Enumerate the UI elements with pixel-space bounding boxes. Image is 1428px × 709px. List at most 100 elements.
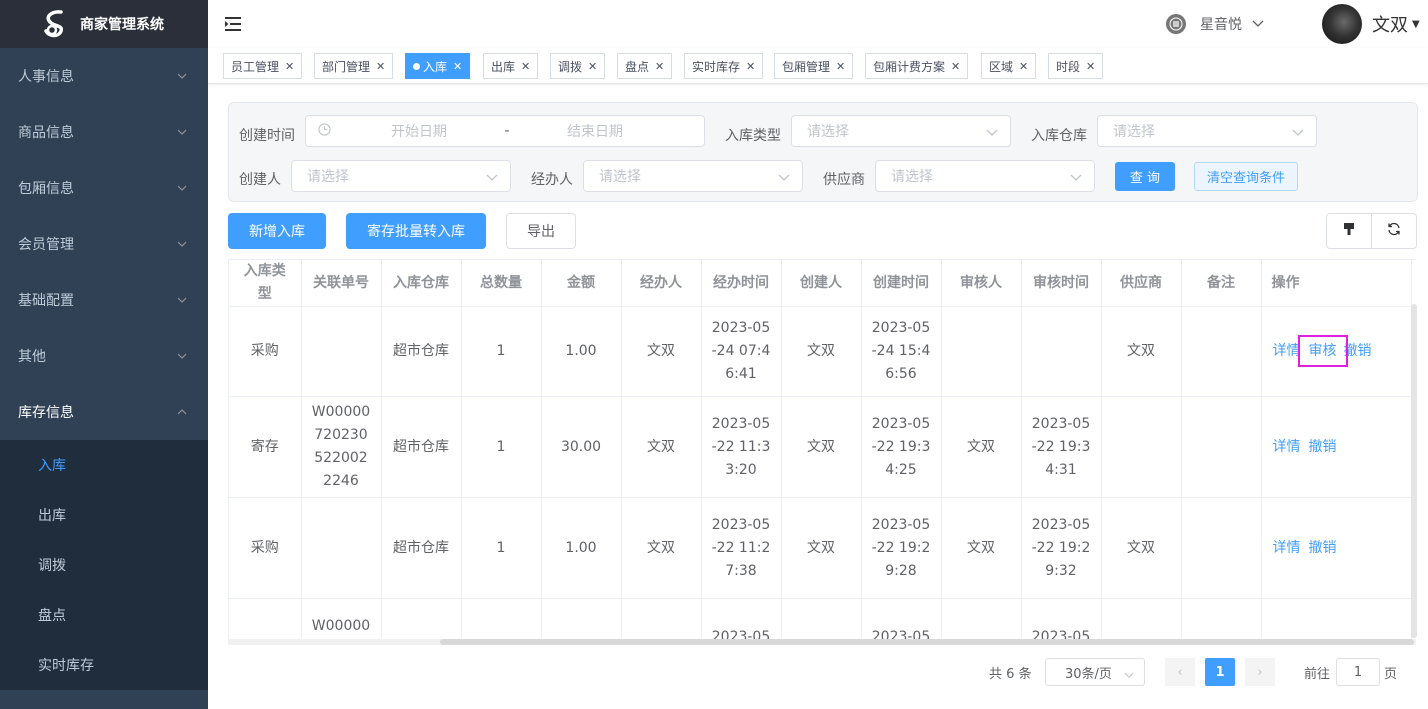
sidebar-item-label: 其他 (18, 349, 46, 365)
column-header: 入库仓库 (381, 260, 462, 307)
supplier-label: 供应商 (823, 172, 865, 188)
total-count: 共 6 条 (989, 666, 1032, 682)
detail-link[interactable]: 详情 (1273, 439, 1301, 455)
tag-出库[interactable]: 出库 ✕ (483, 53, 539, 79)
type-select[interactable]: 请选择 (791, 115, 1011, 147)
tag-包厢计费方案[interactable]: 包厢计费方案 ✕ (865, 53, 969, 79)
cell-creator: 文双 (781, 396, 862, 498)
hamburger-icon[interactable] (225, 16, 243, 32)
tag-label: 员工管理 (231, 59, 280, 74)
tag-员工管理[interactable]: 员工管理 ✕ (223, 53, 303, 79)
page-size-value: 30条/页 (1065, 666, 1112, 682)
close-icon[interactable]: ✕ (453, 60, 462, 73)
review-link[interactable]: 审核 (1297, 335, 1348, 367)
revoke-link[interactable]: 撤销 (1344, 343, 1372, 359)
caret-down-icon[interactable]: ▼ (1412, 19, 1424, 30)
close-icon[interactable]: ✕ (951, 60, 960, 73)
username[interactable]: 文双 (1372, 11, 1408, 37)
page-1-button[interactable]: 1 (1205, 658, 1235, 686)
revoke-link[interactable]: 撤销 (1309, 540, 1337, 556)
app-logo: 商家管理系统 (0, 0, 208, 48)
sidebar-item-2[interactable]: 包厢信息 (0, 160, 208, 216)
chevron-down-icon (176, 70, 188, 82)
close-icon[interactable]: ✕ (836, 60, 845, 73)
detail-link[interactable]: 详情 (1273, 540, 1301, 556)
next-page-button[interactable]: › (1245, 658, 1275, 686)
column-header: 经办时间 (701, 260, 782, 307)
page-size-select[interactable]: 30条/页 (1045, 658, 1145, 686)
close-icon[interactable]: ✕ (746, 60, 755, 73)
sidebar-subitem-2[interactable]: 调拨 (0, 540, 208, 590)
close-icon[interactable]: ✕ (1019, 60, 1028, 73)
batch-convert-button[interactable]: 寄存批量转入库 (346, 213, 486, 249)
refresh-button[interactable] (1371, 213, 1417, 249)
range-separator: - (504, 123, 510, 139)
sidebar-subitem-4[interactable]: 实时库存 (0, 640, 208, 690)
cell-review-time: 2023-05-22 19:29:32 (1021, 497, 1102, 599)
close-icon[interactable]: ✕ (285, 60, 294, 73)
cell-ref: W000007202305220022246 (301, 396, 382, 498)
tag-盘点[interactable]: 盘点 ✕ (617, 53, 673, 79)
warehouse-label: 入库仓库 (1031, 128, 1087, 144)
sidebar-item-6[interactable]: 库存信息 (0, 384, 208, 440)
cell-supplier (1101, 396, 1182, 498)
date-range-picker[interactable]: 开始日期 - 结束日期 (305, 115, 705, 147)
column-header: 经办人 (621, 260, 702, 307)
creator-select[interactable]: 请选择 (291, 160, 511, 192)
detail-link[interactable]: 详情 (1273, 343, 1301, 359)
tag-包厢管理[interactable]: 包厢管理 ✕ (774, 53, 854, 79)
store-switcher[interactable]: 星音悦 (1166, 14, 1264, 34)
close-icon[interactable]: ✕ (655, 60, 664, 73)
end-date-input[interactable]: 结束日期 (527, 121, 663, 141)
sidebar-item-1[interactable]: 商品信息 (0, 104, 208, 160)
sidebar-subitem-3[interactable]: 盘点 (0, 590, 208, 640)
chevron-left-icon: ‹ (1177, 664, 1183, 680)
tag-时段[interactable]: 时段 ✕ (1048, 53, 1104, 79)
tag-部门管理[interactable]: 部门管理 ✕ (314, 53, 394, 79)
close-icon[interactable]: ✕ (588, 60, 597, 73)
column-settings-button[interactable] (1326, 213, 1372, 249)
add-stockin-button[interactable]: 新增入库 (228, 213, 326, 249)
sidebar-item-0[interactable]: 人事信息 (0, 48, 208, 104)
tag-入库[interactable]: 入库 ✕ (405, 53, 471, 79)
tag-区域[interactable]: 区域 ✕ (981, 53, 1037, 79)
revoke-link[interactable]: 撤销 (1309, 439, 1337, 455)
goto-page-input[interactable]: 1 (1336, 658, 1380, 686)
store-name: 星音悦 (1200, 17, 1242, 33)
sidebar-subitem-1[interactable]: 出库 (0, 490, 208, 540)
column-header: 总数量 (461, 260, 542, 307)
sidebar-item-4[interactable]: 基础配置 (0, 272, 208, 328)
creator-label: 创建人 (239, 172, 281, 188)
tag-实时库存[interactable]: 实时库存 ✕ (684, 53, 764, 79)
tag-label: 盘点 (625, 59, 650, 74)
table-row: 采购 超市仓库 1 1.00 文双 2023-05-24 07:46:41 文双 2023-0… (229, 306, 1412, 397)
warehouse-select[interactable]: 请选择 (1097, 115, 1317, 147)
chevron-right-icon: › (1257, 664, 1263, 680)
export-button[interactable]: 导出 (506, 213, 576, 249)
start-date-input[interactable]: 开始日期 (351, 121, 487, 141)
clear-filters-button[interactable]: 清空查询条件 (1194, 162, 1298, 191)
sidebar-subitem-0[interactable]: 入库 (0, 440, 208, 490)
sidebar-item-5[interactable]: 其他 (0, 328, 208, 384)
cell-amount: 1.00 (541, 497, 622, 599)
tag-label: 包厢计费方案 (873, 59, 946, 74)
close-icon[interactable]: ✕ (521, 60, 530, 73)
handler-select[interactable]: 请选择 (583, 160, 803, 192)
sidebar-item-3[interactable]: 会员管理 (0, 216, 208, 272)
query-button[interactable]: 查 询 (1115, 162, 1175, 191)
tag-调拨[interactable]: 调拨 ✕ (550, 53, 606, 79)
active-dot-icon (413, 62, 420, 70)
cell-supplier: 文双 (1101, 306, 1182, 397)
chevron-down-icon (1070, 170, 1082, 186)
vertical-scrollbar[interactable] (1411, 304, 1417, 638)
column-header: 审核人 (941, 260, 1022, 307)
avatar[interactable] (1322, 4, 1362, 44)
horizontal-scrollbar[interactable] (440, 639, 1414, 645)
prev-page-button[interactable]: ‹ (1165, 658, 1195, 686)
app-title: 商家管理系统 (80, 17, 164, 33)
supplier-select[interactable]: 请选择 (875, 160, 1095, 192)
chevron-down-icon (176, 350, 188, 362)
close-icon[interactable]: ✕ (376, 60, 385, 73)
chevron-down-icon (1252, 16, 1264, 32)
close-icon[interactable]: ✕ (1086, 60, 1095, 73)
